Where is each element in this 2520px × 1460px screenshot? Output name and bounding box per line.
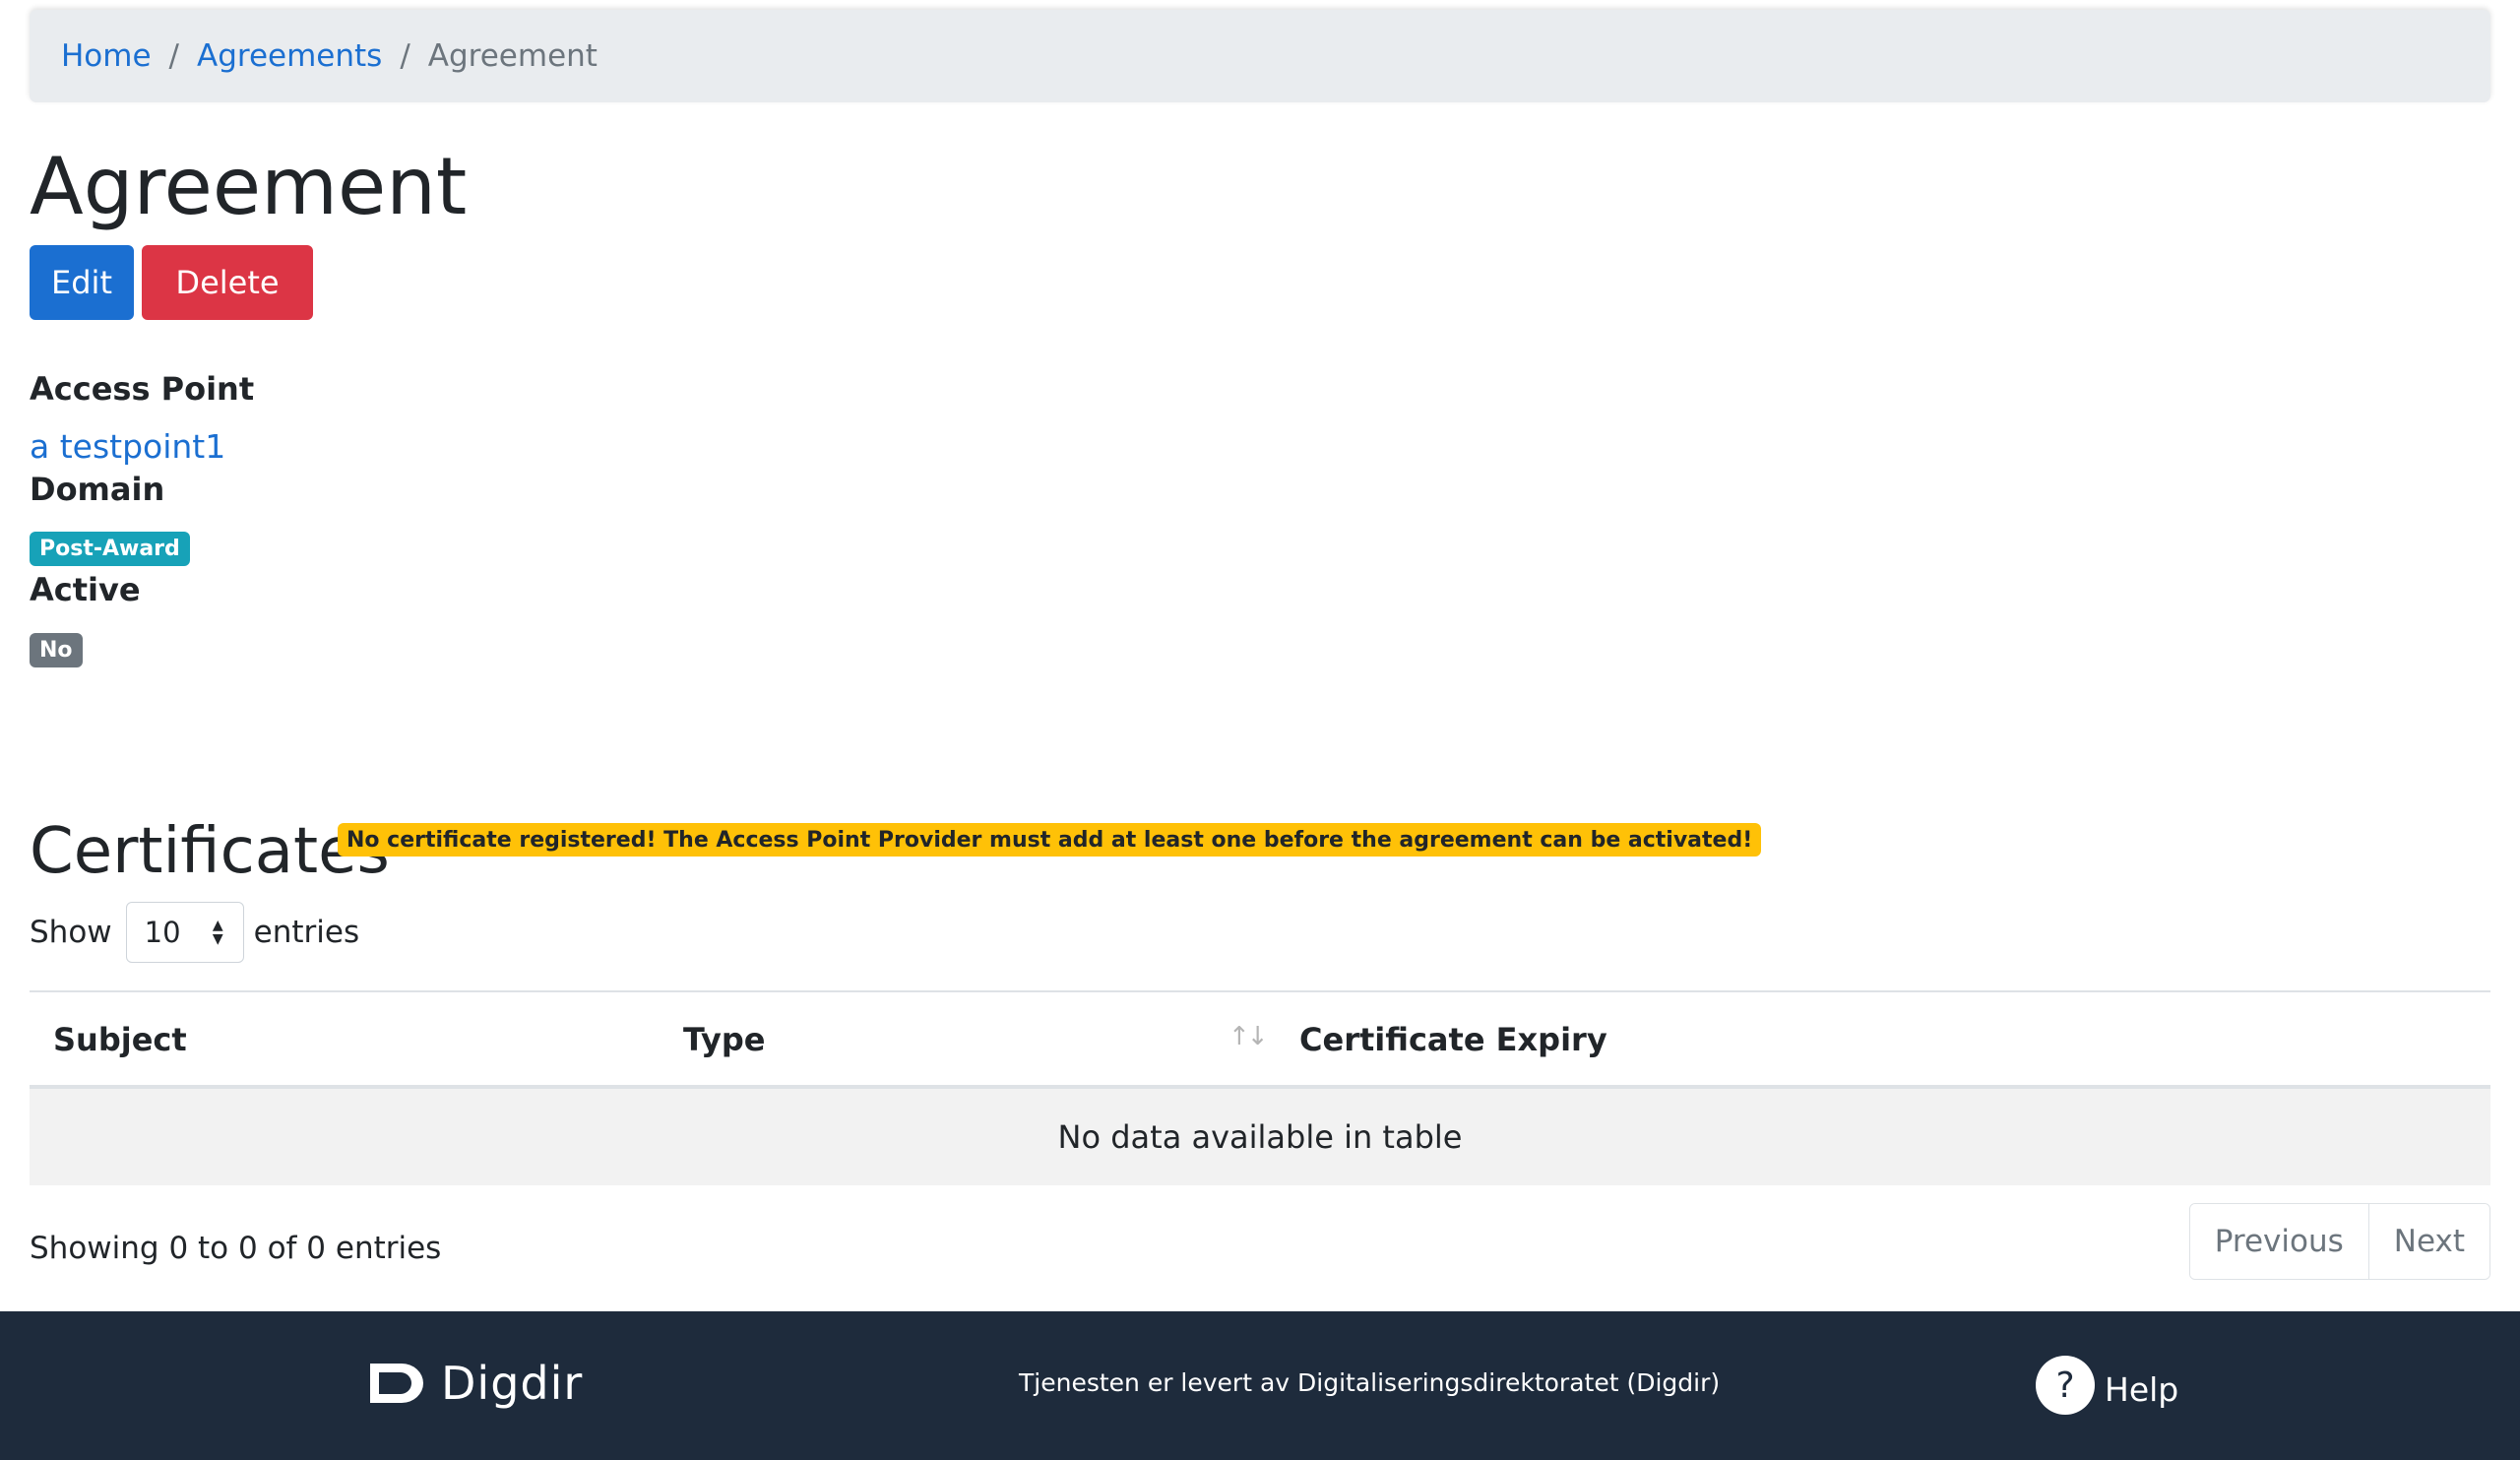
access-point-label: Access Point <box>30 370 255 408</box>
no-certificate-warning-badge: No certificate registered! The Access Po… <box>338 823 1762 857</box>
active-status-badge: No <box>30 633 83 667</box>
active-label: Active <box>30 571 141 608</box>
breadcrumb-agreements-link[interactable]: Agreements <box>197 38 382 74</box>
page-length-value: 10 <box>144 916 181 949</box>
domain-label: Domain <box>30 471 165 508</box>
help-question-icon: ? <box>2036 1356 2095 1415</box>
page-title: Agreement <box>30 141 468 232</box>
domain-badge: Post-Award <box>30 532 190 566</box>
help-link[interactable]: ? Help <box>2036 1356 2178 1415</box>
certificates-title: Certificates <box>30 815 390 888</box>
digdir-logo-icon <box>370 1364 423 1403</box>
previous-page-button[interactable]: Previous <box>2189 1204 2368 1279</box>
footer: Digdir Tjenesten er levert av Digitalise… <box>0 1311 2520 1460</box>
table-empty-row: No data available in table <box>30 1089 2490 1185</box>
edit-button[interactable]: Edit <box>30 245 134 320</box>
column-header-subject[interactable]: Subject <box>53 992 187 1087</box>
digdir-logo-text: Digdir <box>441 1357 584 1410</box>
help-label: Help <box>2105 1369 2179 1409</box>
select-arrows-icon: ▲ ▼ <box>212 918 223 947</box>
footer-provider-text: Tjenesten er levert av Digitaliseringsdi… <box>1019 1368 1721 1397</box>
breadcrumb-home-link[interactable]: Home <box>61 38 152 74</box>
table-info: Showing 0 to 0 of 0 entries <box>30 1231 442 1266</box>
show-label: Show <box>30 915 112 950</box>
column-header-type[interactable]: Type <box>683 992 766 1087</box>
access-point-link[interactable]: a testpoint1 <box>30 427 225 466</box>
digdir-logo[interactable]: Digdir <box>366 1357 584 1410</box>
table-length-control: Show 10 ▲ ▼ entries <box>30 902 359 963</box>
breadcrumb: Home / Agreements / Agreement <box>30 10 2490 102</box>
breadcrumb-separator: / <box>400 38 410 74</box>
entries-label: entries <box>253 915 360 950</box>
pagination: Previous Next <box>2188 1203 2490 1280</box>
page-length-select[interactable]: 10 ▲ ▼ <box>125 902 244 963</box>
table-header-row: Subject Type ↑↓ Certificate Expiry <box>30 990 2490 1089</box>
breadcrumb-current: Agreement <box>427 38 598 74</box>
next-page-button[interactable]: Next <box>2367 1204 2489 1279</box>
sort-arrows-icon[interactable]: ↑↓ <box>1228 1022 1269 1051</box>
breadcrumb-separator: / <box>168 38 179 74</box>
certificates-table: Subject Type ↑↓ Certificate Expiry No da… <box>30 990 2490 1185</box>
delete-button[interactable]: Delete <box>142 245 313 320</box>
column-header-certificate-expiry[interactable]: Certificate Expiry <box>1299 992 1607 1087</box>
